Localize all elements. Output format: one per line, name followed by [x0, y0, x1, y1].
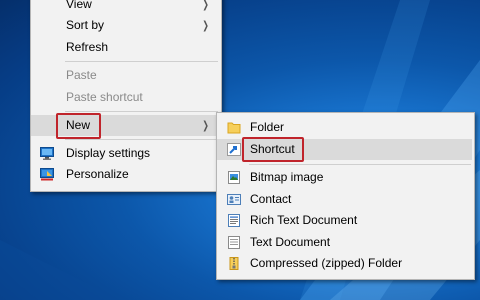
submenu-item-shortcut[interactable]: Shortcut	[217, 139, 472, 160]
contact-icon	[227, 194, 241, 205]
menu-item-label: Personalize	[66, 167, 129, 181]
submenu-item-bitmap-image[interactable]: Bitmap image	[217, 167, 472, 188]
menu-item-display-settings[interactable]: Display settings	[31, 143, 219, 164]
menu-item-paste[interactable]: Paste	[31, 65, 219, 86]
submenu-item-rich-text-document[interactable]: Rich Text Document	[217, 210, 472, 231]
submenu-item-label: Folder	[250, 120, 285, 134]
bitmap-image-icon	[228, 171, 240, 184]
menu-separator	[65, 111, 218, 112]
submenu-item-label: Shortcut	[250, 142, 295, 156]
menu-item-paste-shortcut[interactable]: Paste shortcut	[31, 87, 219, 108]
menu-item-label: Paste shortcut	[66, 90, 143, 104]
submenu-item-label: Text Document	[250, 235, 331, 249]
zip-folder-icon	[229, 257, 239, 270]
menu-separator	[65, 61, 218, 62]
submenu-item-text-document[interactable]: Text Document	[217, 232, 472, 253]
menu-item-label: Sort by	[66, 18, 105, 32]
menu-item-label: View	[66, 0, 92, 11]
menu-item-label: Paste	[66, 68, 97, 82]
menu-item-label: Refresh	[66, 40, 109, 54]
submenu-item-label: Bitmap image	[250, 170, 324, 184]
chevron-right-icon: ❯	[202, 0, 209, 11]
desktop-context-menu: View ❯ Sort by ❯ Refresh Paste Paste sho…	[30, 0, 222, 192]
submenu-item-label: Contact	[250, 192, 292, 206]
shortcut-icon	[227, 143, 241, 156]
new-submenu: Folder Shortcut Bitmap image Contact Ric…	[216, 112, 475, 280]
folder-icon	[227, 122, 241, 134]
submenu-item-folder[interactable]: Folder	[217, 117, 472, 138]
chevron-right-icon: ❯	[202, 19, 209, 32]
menu-item-view[interactable]: View ❯	[31, 0, 219, 15]
submenu-item-label: Rich Text Document	[250, 213, 358, 227]
menu-item-new[interactable]: New ❯	[31, 115, 219, 136]
menu-item-refresh[interactable]: Refresh	[31, 37, 219, 58]
text-document-icon	[228, 236, 240, 249]
menu-item-label: New	[66, 118, 91, 132]
menu-separator	[249, 164, 471, 165]
submenu-item-label: Compressed (zipped) Folder	[250, 256, 403, 270]
menu-item-personalize[interactable]: Personalize	[31, 164, 219, 185]
personalize-icon	[40, 168, 54, 181]
display-settings-icon	[40, 147, 54, 160]
rich-text-document-icon	[228, 214, 240, 227]
submenu-item-compressed-folder[interactable]: Compressed (zipped) Folder	[217, 253, 472, 274]
submenu-item-contact[interactable]: Contact	[217, 189, 472, 210]
menu-item-sort-by[interactable]: Sort by ❯	[31, 15, 219, 36]
menu-item-label: Display settings	[66, 146, 151, 160]
chevron-right-icon: ❯	[202, 119, 209, 132]
menu-separator	[65, 139, 218, 140]
